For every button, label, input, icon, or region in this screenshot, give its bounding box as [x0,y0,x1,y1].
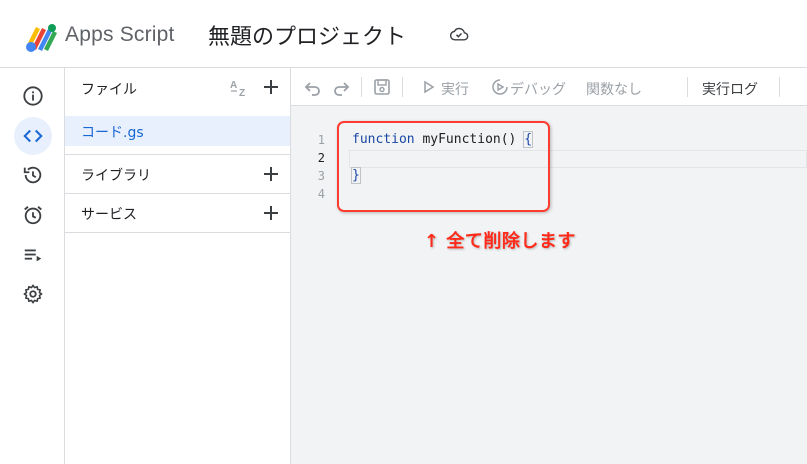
keyword-token: function [352,132,415,147]
execution-log-button[interactable]: 実行ログ [702,79,758,99]
add-file-icon[interactable] [261,77,281,97]
undo-icon[interactable] [303,77,323,97]
toolbar-separator [402,77,403,97]
rail-editor-button[interactable] [14,117,52,155]
save-icon[interactable] [372,77,392,97]
debug-button[interactable]: デバッグ [510,79,566,99]
gear-icon [23,284,43,304]
svg-text:Z: Z [239,88,245,99]
info-icon [23,86,43,106]
rail-triggers-button[interactable] [14,196,52,234]
app-name: Apps Script [65,23,175,46]
sort-az-icon[interactable]: A Z [228,77,250,99]
line-number: 3 [317,169,325,183]
libraries-row: ライブラリ [65,155,290,193]
code-line[interactable]: } [351,167,361,184]
playlist-icon [24,249,42,262]
line-number: 4 [317,187,325,201]
add-library-icon[interactable] [261,164,281,184]
function-signature-token: myFunction() [414,132,525,147]
toolbar-separator [779,77,780,97]
rail-overview-button[interactable] [14,77,52,115]
services-label: サービス [81,207,137,223]
annotation-text: ↑ 全て削除します [424,231,576,252]
rail-settings-button[interactable] [14,275,52,313]
line-number: 1 [317,133,325,147]
editor-area: 実行 デバッグ 関数なし 実行ログ 1 2 3 4 function myFun… [291,68,807,464]
libraries-label: ライブラリ [81,168,151,184]
debug-icon [492,79,508,95]
code-editor[interactable]: 1 2 3 4 function myFunction() { } [291,106,807,464]
apps-script-editor: Apps Script 無題のプロジェクト ファイル A Z コード.gs ライ… [0,0,807,464]
services-row: サービス [65,194,290,232]
add-service-icon[interactable] [261,203,281,223]
history-icon [23,166,42,184]
divider [65,232,290,233]
left-nav-rail [0,68,65,464]
current-line-highlight [349,150,807,168]
project-title[interactable]: 無題のプロジェクト [208,19,406,51]
files-header: ファイル A Z [65,68,290,108]
play-icon [424,80,435,94]
top-bar: Apps Script 無題のプロジェクト [0,0,807,68]
files-label: ファイル [81,82,137,98]
line-number: 2 [317,151,325,165]
redo-icon[interactable] [331,77,351,97]
svg-text:A: A [230,80,237,91]
run-button[interactable]: 実行 [441,79,469,99]
file-name: コード.gs [81,125,144,141]
toolbar-separator [361,77,362,97]
brace-token: } [351,167,361,184]
rail-execution-list-button[interactable] [14,236,52,274]
code-icon [23,129,43,143]
editor-toolbar: 実行 デバッグ 関数なし 実行ログ [291,68,807,106]
function-select[interactable]: 関数なし [586,79,642,99]
toolbar-separator [687,77,688,97]
files-panel: ファイル A Z コード.gs ライブラリ サービス [65,68,291,464]
rail-executions-button[interactable] [14,156,52,194]
apps-script-logo-icon[interactable] [22,21,60,53]
brace-token: { [523,131,534,148]
cloud-done-icon [449,27,469,41]
alarm-icon [24,206,42,225]
code-line[interactable]: function myFunction() { [352,131,534,148]
file-item-code-gs[interactable]: コード.gs [65,116,290,146]
